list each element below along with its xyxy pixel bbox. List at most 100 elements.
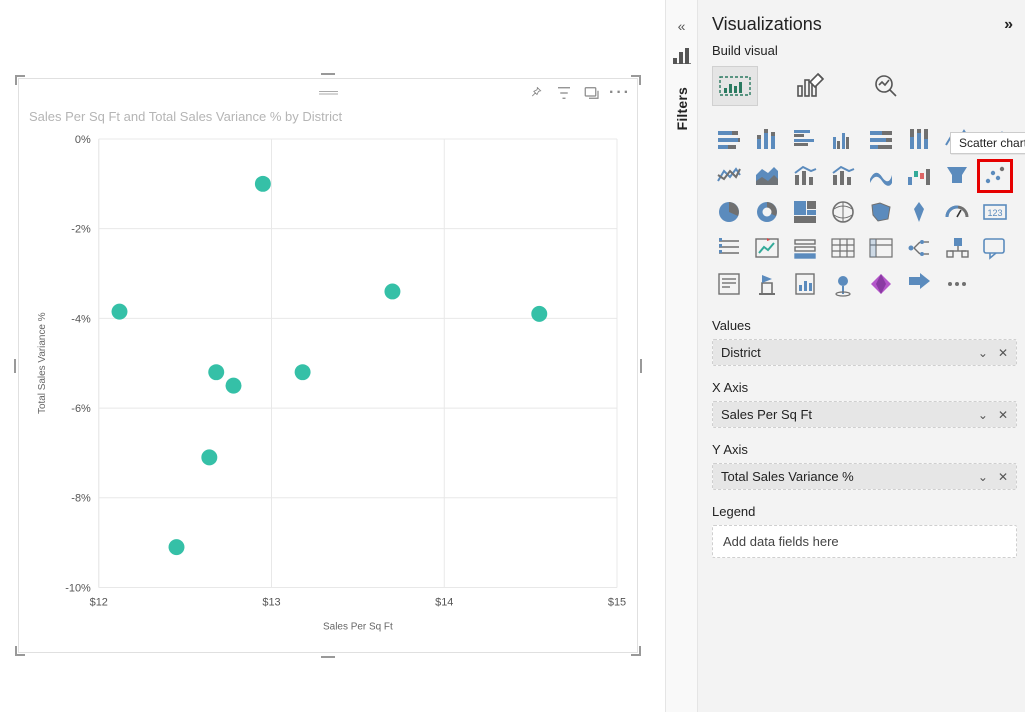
data-point[interactable] (169, 539, 185, 555)
svg-text:$13: $13 (262, 596, 280, 608)
data-point[interactable] (255, 176, 271, 192)
yaxis-section: Y Axis Total Sales Variance % ⌄ ✕ (712, 442, 1017, 490)
data-point[interactable] (226, 378, 242, 394)
chevron-down-icon[interactable]: ⌄ (978, 346, 988, 360)
viz-type-kpi[interactable] (750, 232, 784, 264)
svg-text:$15: $15 (608, 596, 626, 608)
data-point[interactable] (201, 449, 217, 465)
viz-type-stacked-column[interactable] (750, 124, 784, 156)
svg-text:123: 123 (987, 208, 1002, 218)
collapse-pane-icon[interactable]: » (1004, 16, 1013, 34)
format-visual-tab[interactable] (788, 66, 834, 106)
filters-pane-collapsed[interactable]: « Filters (665, 0, 697, 712)
svg-text:-10%: -10% (65, 582, 91, 594)
viz-type-100-stacked-bar[interactable] (864, 124, 898, 156)
x-axis-title: Sales Per Sq Ft (323, 621, 393, 632)
more-options-icon[interactable]: ··· (611, 84, 629, 102)
values-section: Values District ⌄ ✕ (712, 318, 1017, 366)
viz-type-funnel[interactable] (940, 160, 974, 192)
svg-text:0%: 0% (75, 134, 91, 146)
data-point[interactable] (384, 283, 400, 299)
viz-type-matrix[interactable] (864, 232, 898, 264)
legend-well[interactable]: Add data fields here (712, 525, 1017, 558)
y-axis-title: Total Sales Variance % (37, 312, 48, 414)
build-visual-tab[interactable] (712, 66, 758, 106)
viz-type-multi-row-card[interactable] (712, 232, 746, 264)
expand-filters-icon[interactable]: « (678, 18, 686, 34)
xaxis-section: X Axis Sales Per Sq Ft ⌄ ✕ (712, 380, 1017, 428)
viz-type-key-influencers[interactable] (940, 232, 974, 264)
analytics-tab[interactable] (864, 66, 910, 106)
viz-type-slicer[interactable] (788, 232, 822, 264)
viz-type-stacked-area[interactable] (750, 160, 784, 192)
viz-type-line-clustered-column[interactable] (826, 160, 860, 192)
legend-label: Legend (712, 504, 1017, 519)
filter-icon[interactable] (555, 84, 573, 102)
viz-type-pie[interactable] (712, 196, 746, 228)
chevron-down-icon[interactable]: ⌄ (978, 470, 988, 484)
chart-title: Sales Per Sq Ft and Total Sales Variance… (29, 109, 342, 124)
yaxis-label: Y Axis (712, 442, 1017, 457)
xaxis-label: X Axis (712, 380, 1017, 395)
viz-type-stacked-bar[interactable] (712, 124, 746, 156)
svg-text:$12: $12 (90, 596, 108, 608)
yaxis-well[interactable]: Total Sales Variance % ⌄ ✕ (712, 463, 1017, 490)
filters-label: Filters (674, 87, 690, 130)
drag-handle[interactable]: ══ (319, 84, 337, 100)
data-point[interactable] (531, 306, 547, 322)
viz-type-power-automate[interactable] (902, 268, 936, 300)
svg-text:-6%: -6% (71, 403, 91, 415)
yaxis-field[interactable]: Total Sales Variance % (721, 469, 854, 484)
scatter-tooltip: Scatter chart (950, 132, 1025, 154)
report-canvas[interactable]: ══ ··· Sales Per Sq Ft and Total Sales V… (0, 0, 665, 712)
viz-type-line-stacked-column[interactable] (788, 160, 822, 192)
svg-text:$14: $14 (435, 596, 453, 608)
pin-icon[interactable] (527, 84, 545, 102)
viz-type-smart-narrative[interactable] (712, 268, 746, 300)
values-field[interactable]: District (721, 345, 761, 360)
visualizations-pane: Visualizations » Build visual Scatter ch… (697, 0, 1025, 712)
viz-type-arcgis-map[interactable] (826, 268, 860, 300)
viz-type-gauge[interactable] (940, 196, 974, 228)
viz-type-paginated-report[interactable] (788, 268, 822, 300)
remove-field-icon[interactable]: ✕ (998, 408, 1008, 422)
viz-type-filled-map[interactable] (864, 196, 898, 228)
remove-field-icon[interactable]: ✕ (998, 346, 1008, 360)
visual-container[interactable]: ══ ··· Sales Per Sq Ft and Total Sales V… (18, 78, 638, 653)
xaxis-well[interactable]: Sales Per Sq Ft ⌄ ✕ (712, 401, 1017, 428)
values-label: Values (712, 318, 1017, 333)
viz-type-waterfall[interactable] (902, 160, 936, 192)
viz-type-decomposition-tree[interactable] (902, 232, 936, 264)
filters-icon[interactable] (673, 48, 691, 69)
viz-type-100-stacked-column[interactable] (902, 124, 936, 156)
focus-mode-icon[interactable] (583, 84, 601, 102)
viz-type-qna[interactable] (978, 232, 1012, 264)
viz-type-power-apps[interactable] (864, 268, 898, 300)
viz-type-donut[interactable] (750, 196, 784, 228)
chevron-down-icon[interactable]: ⌄ (978, 408, 988, 422)
pane-title: Visualizations (712, 14, 822, 35)
scatter-chart[interactable]: 0%-2%-4%-6%-8%-10%$12$13$14$15Sales Per … (29, 129, 627, 637)
viz-type-clustered-bar[interactable] (788, 124, 822, 156)
viz-type-get-more-visuals[interactable] (940, 268, 974, 300)
viz-type-azure-map[interactable] (902, 196, 936, 228)
viz-type-goals[interactable] (750, 268, 784, 300)
data-point[interactable] (112, 304, 128, 320)
viz-type-ribbon[interactable] (864, 160, 898, 192)
data-point[interactable] (295, 364, 311, 380)
remove-field-icon[interactable]: ✕ (998, 470, 1008, 484)
data-point[interactable] (208, 364, 224, 380)
svg-text:-4%: -4% (71, 313, 91, 325)
viz-type-line-clustered[interactable] (712, 160, 746, 192)
viz-type-table[interactable] (826, 232, 860, 264)
pane-subtitle: Build visual (712, 43, 1017, 58)
viz-type-card[interactable]: 123 (978, 196, 1012, 228)
legend-section: Legend Add data fields here (712, 504, 1017, 558)
values-well[interactable]: District ⌄ ✕ (712, 339, 1017, 366)
viz-type-map[interactable] (826, 196, 860, 228)
viz-type-scatter[interactable]: Scatter chart (978, 160, 1012, 192)
viz-type-treemap[interactable] (788, 196, 822, 228)
xaxis-field[interactable]: Sales Per Sq Ft (721, 407, 812, 422)
svg-text:-2%: -2% (71, 224, 91, 236)
viz-type-clustered-column[interactable] (826, 124, 860, 156)
